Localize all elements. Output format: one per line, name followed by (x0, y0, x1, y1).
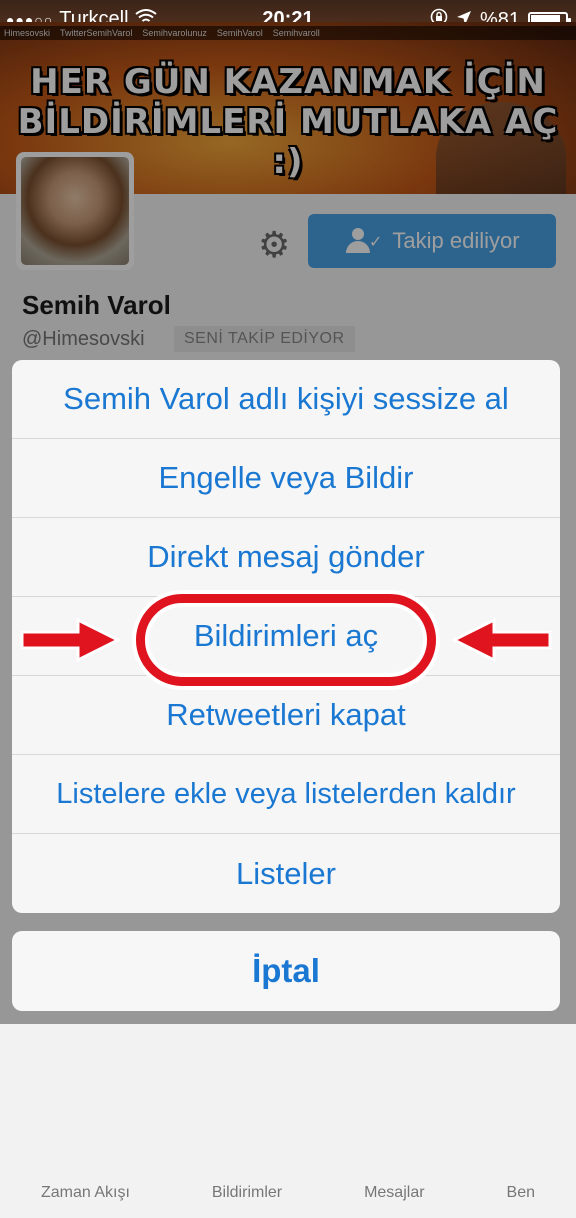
action-send-direct-message[interactable]: Direkt mesaj gönder (12, 518, 560, 597)
action-add-remove-lists[interactable]: Listelere ekle veya listelerden kaldır (12, 755, 560, 834)
tab-messages[interactable]: Mesajlar (364, 1184, 424, 1218)
tab-timeline[interactable]: Zaman Akışı (41, 1184, 130, 1218)
action-mute-user[interactable]: Semih Varol adlı kişiyi sessize al (12, 360, 560, 439)
action-block-or-report[interactable]: Engelle veya Bildir (12, 439, 560, 518)
highlight-circle (136, 594, 436, 686)
right-arrow-annotation-icon (20, 618, 120, 662)
cancel-button[interactable]: İptal (12, 931, 560, 1011)
tab-notifications[interactable]: Bildirimler (212, 1184, 282, 1218)
action-turn-off-retweets[interactable]: Retweetleri kapat (12, 676, 560, 755)
action-lists[interactable]: Listeler (12, 834, 560, 913)
tab-bar: Zaman Akışı Bildirimler Mesajlar Ben (0, 1184, 576, 1218)
tab-me[interactable]: Ben (507, 1184, 535, 1218)
left-arrow-annotation-icon (452, 618, 552, 662)
